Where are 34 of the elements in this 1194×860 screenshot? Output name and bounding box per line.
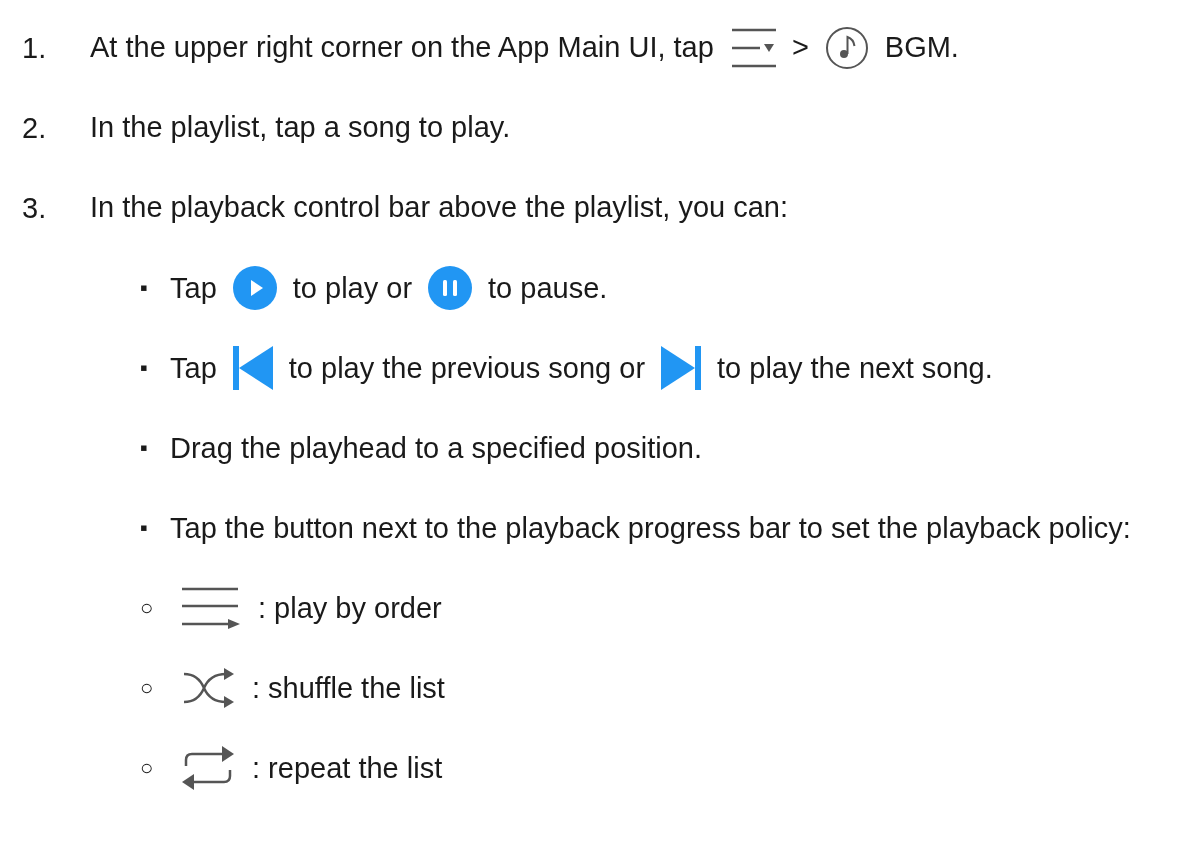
instruction-text: to play the previous song or: [288, 351, 646, 386]
play-icon: [232, 266, 277, 310]
list-marker: ○: [140, 674, 155, 702]
music-note-icon: [824, 26, 869, 70]
instruction-text: : repeat the list: [252, 751, 443, 786]
instruction-text: : play by order: [258, 591, 442, 626]
list-marker: ○: [140, 594, 155, 622]
list-marker: ▪: [140, 354, 149, 382]
instruction-text: At the upper right corner on the App Main UI, tap: [90, 30, 714, 66]
instruction-text: to play or: [292, 271, 413, 306]
play-in-order-icon: [180, 586, 242, 630]
list-marker: ▪: [140, 274, 149, 302]
step-number: 3.: [22, 191, 48, 226]
list-marker: ▪: [140, 514, 149, 542]
repeat-icon: [180, 744, 236, 792]
instruction-text: In the playlist, tap a song to play.: [90, 110, 511, 146]
instruction-text: Tap: [170, 271, 217, 306]
instruction-text: Tap: [170, 351, 217, 386]
pause-icon: [428, 266, 473, 310]
instruction-text: to pause.: [488, 271, 608, 306]
instruction-text: to play the next song.: [717, 351, 993, 386]
step-number: 2.: [22, 111, 48, 146]
instruction-text: : shuffle the list: [252, 671, 445, 706]
step-number: 1.: [22, 31, 48, 66]
instruction-text: Tap the button next to the playback progress bar to set the playback policy:: [170, 511, 1131, 546]
previous-track-icon: [232, 346, 273, 390]
instruction-text: In the playback control bar above the playlist, you can:: [90, 190, 789, 226]
menu-dropdown-icon: [729, 27, 776, 69]
instruction-text: BGM.: [884, 30, 959, 66]
list-marker: ▪: [140, 434, 149, 462]
list-marker: ○: [140, 754, 155, 782]
instruction-text: Drag the playhead to a specified position.: [170, 431, 702, 466]
instruction-text: >: [791, 30, 809, 66]
next-track-icon: [661, 346, 702, 390]
